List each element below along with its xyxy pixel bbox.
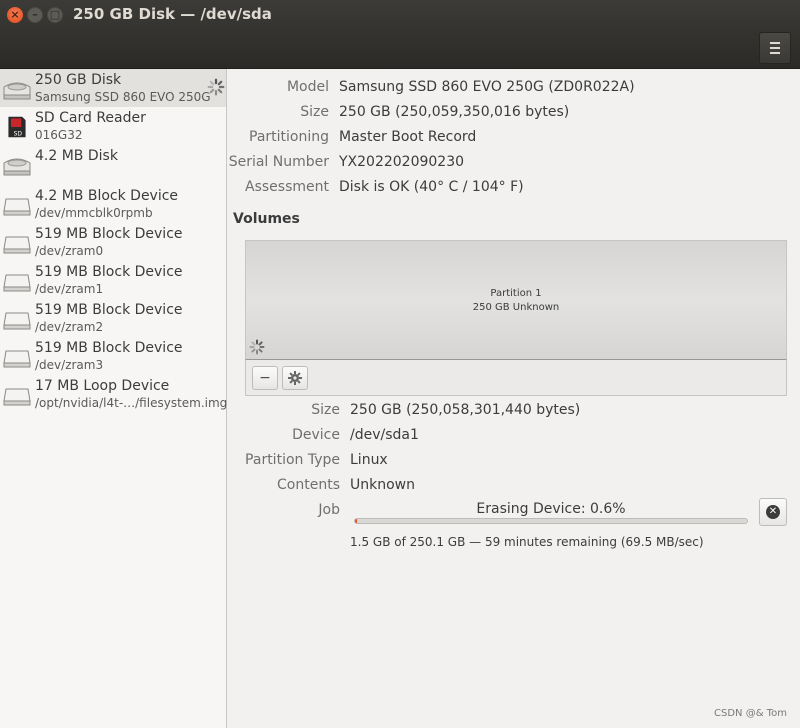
partition-name: Partition 1 [490, 288, 542, 299]
watermark: CSDN @& Tom [714, 708, 787, 719]
size-label: Size [300, 104, 329, 120]
device-subtitle: Samsung SSD 860 EVO 250G [35, 90, 211, 104]
spinner-icon [249, 339, 265, 355]
drive-icon [3, 198, 31, 216]
job-detail: 1.5 GB of 250.1 GB — 59 minutes remainin… [350, 535, 704, 549]
device-value: /dev/sda1 [350, 427, 419, 443]
device-name: 519 MB Block Device [35, 264, 183, 280]
sidebar-device-item[interactable]: SD SD Card Reader 016G32 [0, 107, 226, 145]
hdd-icon [3, 158, 31, 176]
model-value: Samsung SSD 860 EVO 250G (ZD0R022A) [339, 79, 635, 95]
device-subtitle: /dev/zram1 [35, 282, 104, 296]
device-subtitle: /opt/nvidia/l4t-…/filesystem.img [35, 396, 228, 410]
device-label: Device [292, 427, 340, 443]
size-value: 250 GB (250,059,350,016 bytes) [339, 104, 570, 120]
device-subtitle: 016G32 [35, 128, 83, 142]
sidebar-device-item[interactable]: 519 MB Block Device/dev/zram3 [0, 337, 226, 375]
job-title: Erasing Device: 0.6% [476, 501, 626, 517]
device-name: 519 MB Block Device [35, 340, 183, 356]
title-bar: × – □ 250 GB Disk — /dev/sda [0, 0, 800, 69]
volumes-heading: Volumes [233, 211, 300, 227]
volume-toolbar: − [245, 360, 787, 396]
device-name: SD Card Reader [35, 110, 146, 126]
serial-value: YX202202090230 [339, 154, 465, 170]
sidebar-device-item[interactable]: 4.2 MB Block Device/dev/mmcblk0rpmb [0, 185, 226, 223]
device-name: 4.2 MB Disk [35, 148, 118, 164]
cancel-icon: ✕ [766, 505, 780, 519]
partitioning-value: Master Boot Record [339, 129, 477, 145]
sidebar-device-item[interactable]: 519 MB Block Device/dev/zram0 [0, 223, 226, 261]
drive-icon [3, 236, 31, 254]
serial-label: Serial Number [228, 154, 329, 170]
assessment-value: Disk is OK (40° C / 104° F) [339, 179, 524, 195]
drive-icon [3, 350, 31, 368]
window-minimize-button[interactable]: – [27, 7, 43, 23]
drive-icon [3, 274, 31, 292]
device-subtitle: /dev/zram2 [35, 320, 104, 334]
job-label: Job [318, 502, 340, 518]
job-progress-fill [355, 519, 358, 523]
device-name: 519 MB Block Device [35, 226, 183, 242]
contents-label: Contents [277, 477, 340, 493]
sidebar-device-item[interactable]: 519 MB Block Device/dev/zram1 [0, 261, 226, 299]
model-label: Model [286, 79, 329, 95]
partition-1-block[interactable]: Partition 1 250 GB Unknown [245, 240, 787, 360]
partition-options-button[interactable] [282, 366, 308, 390]
partition-type-value: Linux [350, 452, 388, 468]
contents-value: Unknown [350, 477, 415, 493]
partition-desc: 250 GB Unknown [472, 302, 560, 313]
window-maximize-button[interactable]: □ [47, 7, 63, 23]
sidebar-device-item[interactable]: 519 MB Block Device/dev/zram2 [0, 299, 226, 337]
assessment-label: Assessment [245, 179, 329, 195]
device-subtitle: /dev/zram0 [35, 244, 104, 258]
window-title: 250 GB Disk — /dev/sda [73, 5, 272, 23]
sidebar-device-item[interactable]: 250 GB Disk Samsung SSD 860 EVO 250G [0, 69, 226, 107]
spinner-icon [207, 78, 225, 96]
device-sidebar: 250 GB Disk Samsung SSD 860 EVO 250G SD SD … [0, 69, 227, 728]
cancel-job-button[interactable]: ✕ [759, 498, 787, 526]
gear-icon [288, 371, 302, 385]
device-name: 17 MB Loop Device [35, 378, 170, 394]
partition-type-label: Partition Type [245, 452, 340, 468]
device-subtitle: /dev/mmcblk0rpmb [35, 206, 153, 220]
device-subtitle: /dev/zram3 [35, 358, 104, 372]
device-name: 519 MB Block Device [35, 302, 183, 318]
job-progress-bar [354, 518, 748, 524]
window-close-button[interactable]: × [7, 7, 23, 23]
sd-card-icon: SD [8, 116, 26, 138]
app-menu-button[interactable] [759, 32, 791, 64]
device-name: 4.2 MB Block Device [35, 188, 179, 204]
partition-size-value: 250 GB (250,058,301,440 bytes) [350, 402, 581, 418]
drive-icon [3, 312, 31, 330]
sidebar-device-item[interactable]: 4.2 MB Disk [0, 145, 226, 183]
drive-icon [3, 388, 31, 406]
partition-size-label: Size [311, 402, 340, 418]
hamburger-icon [770, 42, 780, 44]
device-name: 250 GB Disk [35, 72, 122, 88]
partitioning-label: Partitioning [249, 129, 329, 145]
svg-text:SD: SD [14, 131, 23, 138]
sidebar-device-item[interactable]: 17 MB Loop Device/opt/nvidia/l4t-…/files… [0, 375, 228, 413]
hdd-icon [3, 82, 31, 100]
remove-partition-button[interactable]: − [252, 366, 278, 390]
